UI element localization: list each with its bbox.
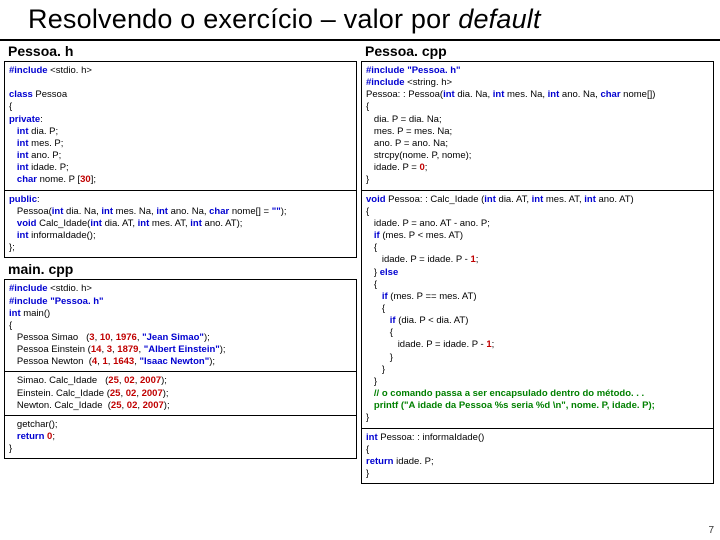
code: #include "Pessoa. h" #include <string. h…: [366, 65, 709, 187]
title-ital: default: [458, 4, 540, 34]
main-cpp-part1: #include <stdio. h> #include "Pessoa. h"…: [5, 280, 356, 372]
pessoa-h-part2: public: Pessoa(int dia. Na, int mes. Na,…: [5, 191, 356, 258]
code: int Pessoa: : informaIdade() { return id…: [366, 432, 709, 481]
code: public: Pessoa(int dia. Na, int mes. Na,…: [9, 194, 352, 255]
pessoa-h-label: Pessoa. h: [4, 43, 357, 61]
code: void Pessoa: : Calc_Idade (int dia. AT, …: [366, 194, 709, 425]
pessoa-cpp-part1: #include "Pessoa. h" #include <string. h…: [362, 62, 713, 191]
pessoa-cpp-part2: void Pessoa: : Calc_Idade (int dia. AT, …: [362, 191, 713, 429]
slide-title: Resolvendo o exercício – valor por defau…: [0, 0, 720, 41]
main-cpp-box: #include <stdio. h> #include "Pessoa. h"…: [4, 279, 357, 459]
pessoa-h-part1: #include <stdio. h> class Pessoa { priva…: [5, 62, 356, 191]
main-cpp-part2: Simao. Calc_Idade (25, 02, 2007); Einste…: [5, 372, 356, 415]
left-column: Pessoa. h #include <stdio. h> class Pess…: [4, 43, 357, 487]
content-columns: Pessoa. h #include <stdio. h> class Pess…: [0, 41, 720, 487]
code: getchar(); return 0; }: [9, 419, 352, 455]
code: #include <stdio. h> class Pessoa { priva…: [9, 65, 352, 187]
pessoa-cpp-box: #include "Pessoa. h" #include <string. h…: [361, 61, 714, 484]
title-text: Resolvendo o exercício – valor por: [28, 4, 458, 34]
pessoa-h-box: #include <stdio. h> class Pessoa { priva…: [4, 61, 357, 258]
main-cpp-part3: getchar(); return 0; }: [5, 416, 356, 458]
page-number: 7: [708, 525, 714, 536]
main-cpp-label: main. cpp: [4, 261, 357, 279]
code: #include <stdio. h> #include "Pessoa. h"…: [9, 283, 352, 368]
pessoa-cpp-part3: int Pessoa: : informaIdade() { return id…: [362, 429, 713, 484]
code: Simao. Calc_Idade (25, 02, 2007); Einste…: [9, 375, 352, 411]
right-column: Pessoa. cpp #include "Pessoa. h" #includ…: [361, 43, 714, 487]
pessoa-cpp-label: Pessoa. cpp: [361, 43, 714, 61]
